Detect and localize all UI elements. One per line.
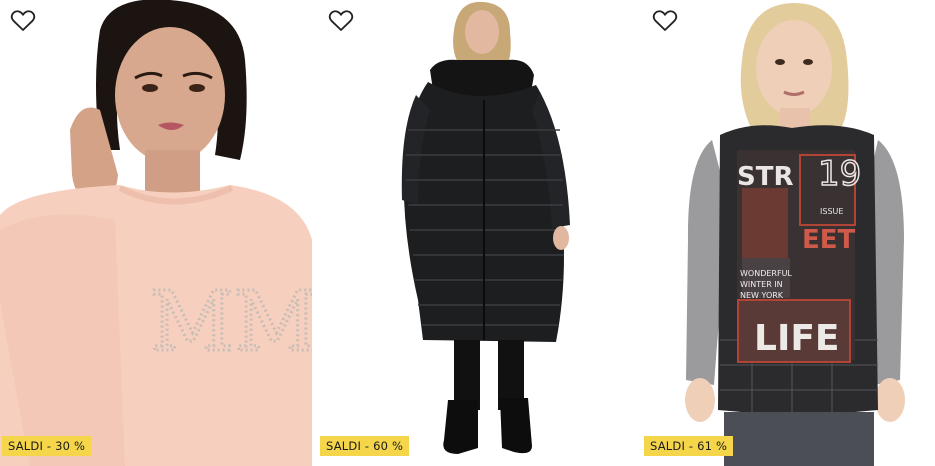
print-small-text-3: NEW YORK: [740, 291, 784, 300]
print-small-text-2: WINTER IN: [740, 280, 783, 289]
product-image[interactable]: [318, 0, 630, 466]
print-small-text-1: WONDERFUL: [740, 269, 792, 278]
print-text-life: LIFE: [754, 318, 840, 359]
print-text-str: STR: [737, 162, 793, 192]
print-text-number: 19: [818, 154, 861, 194]
sweater-logo: MM: [150, 275, 312, 370]
discount-badge: SALDI - 30 %: [2, 436, 92, 456]
product-card-2[interactable]: SALDI - 60 %: [318, 0, 630, 466]
product-image[interactable]: MM: [0, 0, 312, 466]
discount-badge: SALDI - 61 %: [644, 436, 734, 456]
discount-badge: SALDI - 60 %: [320, 436, 410, 456]
product-card-3[interactable]: STR 19 ISSUE EET WONDERFUL WINTER IN NEW…: [642, 0, 935, 466]
print-text-eet: EET: [802, 225, 856, 255]
wishlist-heart-icon[interactable]: [652, 9, 678, 33]
print-text-issue: ISSUE: [820, 207, 843, 216]
wishlist-heart-icon[interactable]: [10, 9, 36, 33]
product-card-1[interactable]: MM SALDI - 30 %: [0, 0, 312, 466]
product-grid: MM SALDI - 30 % SALDI - 60 % STR 19 ISSU…: [0, 0, 935, 466]
wishlist-heart-icon[interactable]: [328, 9, 354, 33]
product-image[interactable]: STR 19 ISSUE EET WONDERFUL WINTER IN NEW…: [642, 0, 935, 466]
